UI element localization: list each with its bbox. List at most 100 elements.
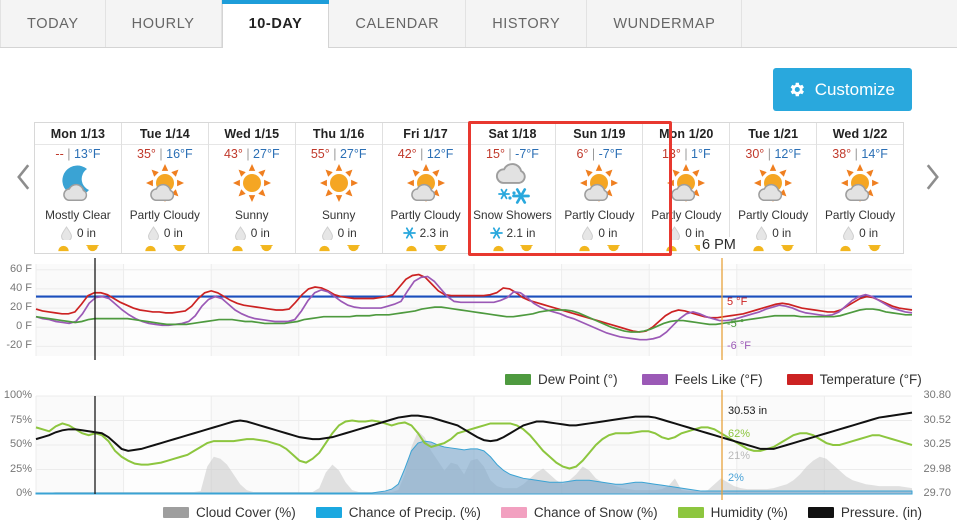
- tab-hourly[interactable]: HOURLY: [106, 0, 222, 47]
- raindrop-icon: [147, 226, 159, 240]
- forecast-day-card[interactable]: Tue 1/21 30° | 12°F Partly Cloudy 0 in: [730, 123, 818, 253]
- day-high: 42°: [397, 147, 417, 161]
- legend-item[interactable]: Feels Like (°F): [641, 372, 763, 387]
- day-weather-icon-wrap: [730, 162, 816, 207]
- forecast-day-card[interactable]: Wed 1/22 38° | 14°F Partly Cloudy 0 in: [817, 123, 904, 253]
- cond-y-tick-right: 29.70: [923, 487, 951, 499]
- temp-tooltip-feelslike: -6 °F: [727, 340, 751, 352]
- tab-label: WUNDERMAP: [613, 15, 716, 32]
- day-high: 13°: [661, 147, 681, 161]
- day-precip: 0 in: [60, 226, 96, 240]
- divider: [295, 144, 382, 145]
- day-precip-amount: 0 in: [859, 226, 879, 240]
- legend-item[interactable]: Temperature (°F): [786, 372, 922, 387]
- cond-y-tick-left: 75%: [9, 413, 32, 426]
- temp-separator: |: [504, 147, 516, 161]
- day-condition: Partly Cloudy: [825, 208, 896, 222]
- legend-item[interactable]: Humidity (%): [677, 505, 788, 520]
- tab-10-day[interactable]: 10-DAY: [221, 0, 330, 48]
- divider: [208, 144, 295, 145]
- forecast-day-card[interactable]: Sun 1/19 6° | -7°F Partly Cloudy 0 in: [556, 123, 644, 253]
- tab-wundermap[interactable]: WUNDERMAP: [587, 0, 743, 47]
- forecast-day-card[interactable]: Fri 1/17 42° | 12°F Partly Cloudy 2.3 in: [382, 123, 470, 253]
- tab-history[interactable]: HISTORY: [466, 0, 588, 47]
- day-weather-icon-wrap: [122, 162, 208, 207]
- cond-tooltip-humidity: 62%: [728, 428, 751, 440]
- day-precip: 0 in: [842, 226, 878, 240]
- legend-swatch: [315, 507, 342, 518]
- legend-item[interactable]: Dew Point (°): [505, 372, 618, 387]
- sunset-icon: [347, 245, 360, 252]
- day-temperatures: 43° | 27°F: [224, 147, 280, 161]
- forecast-day-card[interactable]: Mon 1/13 -- | 13°F Mostly Clear 0 in: [35, 123, 122, 253]
- sun-times: [122, 245, 208, 252]
- day-condition: Mostly Clear: [45, 208, 111, 222]
- forecast-day-card[interactable]: Sat 1/18 15° | -7°F Snow Showers 2.1 in: [469, 123, 557, 253]
- cond-y-tick-left: 0%: [16, 487, 32, 499]
- day-low: -7°F: [515, 147, 539, 161]
- day-temperatures: 15° | -7°F: [486, 147, 539, 161]
- day-low: 16°F: [166, 147, 193, 161]
- divider: [121, 144, 208, 145]
- gear-icon: [790, 82, 804, 97]
- legend-item[interactable]: Cloud Cover (%): [163, 505, 296, 520]
- temp-separator: |: [588, 147, 599, 161]
- day-precip: 2.1 in: [489, 226, 535, 240]
- forecast-day-card[interactable]: Wed 1/15 43° | 27°F Sunny 0 in: [208, 123, 296, 253]
- temp-tooltip-temperature: 5 °F: [727, 296, 748, 308]
- cond-tooltip-cloud: 21%: [728, 450, 751, 462]
- cond-tooltip-pressure: 30.53 in: [728, 405, 768, 417]
- day-precip-amount: 0 in: [76, 226, 96, 240]
- temp-tooltip-dewpoint: -5 °: [727, 318, 745, 330]
- tab-label: HISTORY: [492, 15, 561, 32]
- cond-y-tick-right: 30.52: [923, 413, 951, 426]
- cond-y-tick-right: 30.25: [923, 438, 951, 450]
- legend-swatch: [807, 507, 834, 518]
- day-high: --: [55, 147, 64, 161]
- tab-calendar[interactable]: CALENDAR: [329, 0, 467, 47]
- temp-separator: |: [242, 147, 254, 161]
- cond-y-tick-right: 30.80: [923, 389, 951, 401]
- conditions-chart[interactable]: 100% 30.80 75% 30.52 50% 30.25 25% 29.98 0% 29.70…: [0, 389, 957, 500]
- day-weather-icon-wrap: [383, 162, 469, 207]
- sunrise-icon: [840, 245, 851, 252]
- day-weather-icon-wrap: [296, 162, 382, 207]
- divider: [35, 144, 121, 145]
- day-temperatures: 30° | 12°F: [745, 147, 801, 161]
- forecast-day-card[interactable]: Tue 1/14 35° | 16°F Partly Cloudy 0 in: [121, 123, 209, 253]
- sun-cloud-icon: [754, 163, 793, 202]
- customize-button[interactable]: Customize: [772, 68, 912, 111]
- day-temperatures: 35° | 16°F: [137, 147, 193, 161]
- day-name: Thu 1/16: [312, 127, 365, 141]
- prev-days-arrow[interactable]: [10, 160, 36, 194]
- forecast-day-card[interactable]: Thu 1/16 55° | 27°F Sunny 0 in: [295, 123, 383, 253]
- sunset-icon: [868, 245, 881, 252]
- legend-swatch: [786, 374, 813, 385]
- day-low: 1°F: [691, 147, 711, 161]
- sunrise-icon: [579, 245, 591, 252]
- sun-icon: [319, 163, 358, 202]
- main-tab-bar: TODAY HOURLY 10-DAY CALENDAR HISTORY WUN…: [0, 0, 957, 48]
- day-condition: Partly Cloudy: [738, 208, 809, 222]
- legend-item[interactable]: Chance of Snow (%): [500, 505, 658, 520]
- day-precip: 0 in: [321, 226, 357, 240]
- temp-y-tick: 60 F: [9, 262, 32, 275]
- day-precip-amount: 0 in: [163, 226, 183, 240]
- day-weather-icon-wrap: [817, 162, 903, 207]
- temp-separator: |: [416, 147, 427, 161]
- day-name: Tue 1/21: [748, 127, 799, 141]
- tab-today[interactable]: TODAY: [0, 0, 106, 47]
- day-condition: Snow Showers: [473, 208, 552, 222]
- sun-times: [470, 245, 556, 252]
- day-temperatures: -- | 13°F: [55, 147, 100, 161]
- legend-item[interactable]: Pressure. (in): [807, 505, 922, 520]
- moon-cloud-icon: [62, 165, 89, 201]
- day-precip: 0 in: [234, 226, 270, 240]
- temperature-chart[interactable]: 60 F 40 F 20 F 0 F -20 F 5 °F -5 ° -6 °F: [0, 258, 957, 370]
- legend-label: Dew Point (°): [538, 372, 618, 387]
- legend-item[interactable]: Chance of Precip. (%): [315, 505, 481, 520]
- next-days-arrow[interactable]: [919, 160, 945, 194]
- divider: [469, 144, 556, 145]
- forecast-day-card[interactable]: Mon 1/20 13° | 1°F Partly Cloudy 0 in: [643, 123, 731, 253]
- divider: [730, 144, 817, 145]
